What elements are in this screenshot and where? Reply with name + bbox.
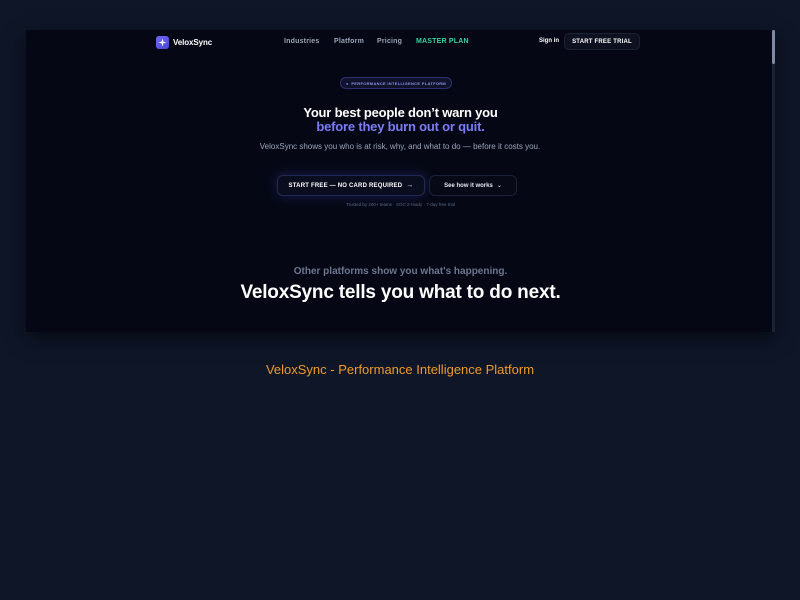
tagline-muted: Other platforms show you what's happenin… — [293, 266, 508, 277]
brand-logo[interactable]: VeloxSync — [156, 35, 212, 49]
scrollbar-thumb[interactable] — [772, 30, 775, 64]
hero-headline-line-2: before they burn out or quit. — [316, 119, 485, 134]
arrow-right-icon: → — [406, 182, 414, 189]
start-free-trial-button[interactable]: START FREE TRIAL — [564, 33, 640, 50]
hero-badge-label: PERFORMANCE INTELLIGENCE PLATFORM — [351, 80, 447, 86]
trust-line: Trusted by 200+ teams · SOC 2-ready · 7-… — [345, 202, 455, 207]
tagline-main: VeloxSync tells you what to do next. — [240, 282, 561, 303]
vertical-scrollbar[interactable] — [772, 30, 775, 332]
hero-badge: ● PERFORMANCE INTELLIGENCE PLATFORM — [340, 77, 452, 89]
sparkle-icon — [156, 35, 169, 49]
browser-viewport: VeloxSync Industries Platform Pricing MA… — [26, 30, 775, 332]
start-free-button-label: START FREE — NO CARD REQUIRED — [288, 182, 403, 189]
dot-icon: ● — [345, 80, 349, 86]
nav-link-industries[interactable]: Industries — [284, 38, 319, 45]
nav-link-platform[interactable]: Platform — [334, 38, 364, 45]
nav-link-master-plan[interactable]: MASTER PLAN — [416, 38, 469, 45]
hero-headline-line-1: Your best people don’t warn you — [303, 105, 498, 120]
page-caption: VeloxSync - Performance Intelligence Pla… — [265, 362, 535, 377]
brand-name: VeloxSync — [173, 37, 213, 47]
see-how-it-works-button[interactable]: See how it works ⌄ — [429, 175, 517, 196]
chevron-down-icon: ⌄ — [496, 183, 502, 189]
see-how-it-works-label: See how it works — [444, 182, 493, 189]
nav-link-pricing[interactable]: Pricing — [377, 38, 402, 45]
start-free-button[interactable]: START FREE — NO CARD REQUIRED → — [277, 175, 425, 196]
hero-subtitle: VeloxSync shows you who is at risk, why,… — [259, 142, 541, 151]
sign-in-link[interactable]: Sign in — [539, 38, 559, 44]
